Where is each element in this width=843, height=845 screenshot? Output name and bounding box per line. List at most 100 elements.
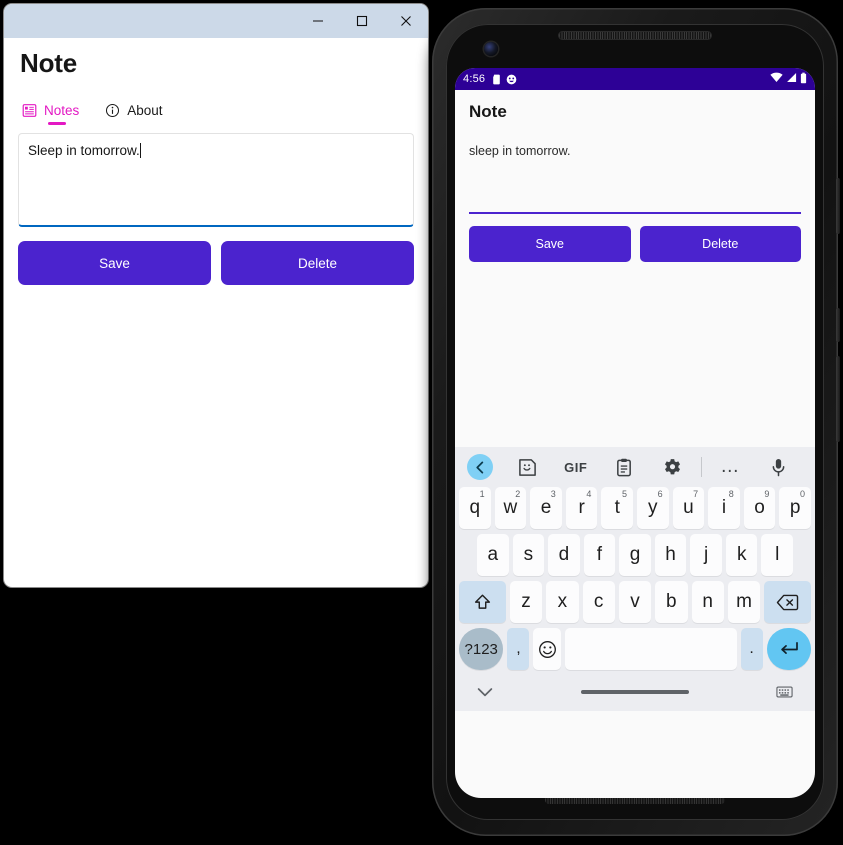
key-h[interactable]: h xyxy=(654,534,687,576)
phone-side-button-power[interactable] xyxy=(836,178,840,234)
backspace-key[interactable] xyxy=(764,581,812,623)
gif-icon[interactable]: GIF xyxy=(552,460,601,475)
window-titlebar xyxy=(4,4,428,38)
sd-card-icon xyxy=(492,74,501,85)
android-status-bar: 4:56 xyxy=(455,68,815,90)
clipboard-icon[interactable] xyxy=(600,458,649,477)
key-k[interactable]: k xyxy=(725,534,758,576)
period-key[interactable]: . xyxy=(740,628,763,670)
gif-label: GIF xyxy=(564,459,588,475)
key-g[interactable]: g xyxy=(619,534,651,576)
microphone-icon[interactable] xyxy=(755,458,804,477)
phone-side-button-volume-up[interactable] xyxy=(836,308,840,342)
keyboard-icon[interactable] xyxy=(776,686,793,698)
key-l[interactable]: l xyxy=(761,534,794,576)
keyboard-row-4: ?123 , . xyxy=(459,628,811,670)
keyboard-toolbar: GIF … xyxy=(455,447,815,487)
key-v[interactable]: v xyxy=(618,581,652,623)
home-indicator[interactable] xyxy=(580,690,689,694)
back-chevron-icon[interactable] xyxy=(467,454,493,480)
more-options-icon[interactable]: … xyxy=(706,457,755,476)
comma-key[interactable]: , xyxy=(507,628,530,670)
key-y-label: y xyxy=(648,497,658,518)
key-u-label: u xyxy=(683,497,694,518)
space-key[interactable] xyxy=(565,628,737,670)
key-o-number: 9 xyxy=(764,489,770,499)
key-r-number: 4 xyxy=(586,489,592,499)
key-t-label: t xyxy=(614,497,620,518)
note-textarea-value: Sleep in tomorrow. xyxy=(28,143,140,158)
tab-notes[interactable]: Notes xyxy=(22,103,79,125)
key-s[interactable]: s xyxy=(512,534,545,576)
earpiece-speaker xyxy=(559,32,711,39)
phone-page-title: Note xyxy=(469,102,507,121)
key-x[interactable]: x xyxy=(546,581,579,623)
phone-screen: 4:56 Note sleep in tomorrow. Save Delete… xyxy=(455,68,815,798)
save-button[interactable]: Save xyxy=(18,241,211,285)
key-y[interactable]: 6y xyxy=(637,487,669,529)
window-close-button[interactable] xyxy=(384,4,428,38)
window-maximize-button[interactable] xyxy=(340,4,384,38)
note-textarea[interactable]: Sleep in tomorrow. xyxy=(18,133,414,227)
key-w-label: w xyxy=(503,497,518,518)
tab-about[interactable]: About xyxy=(105,103,163,125)
key-n[interactable]: n xyxy=(691,581,724,623)
key-e[interactable]: 3e xyxy=(530,487,562,529)
toolbar-divider xyxy=(701,457,702,477)
key-r[interactable]: 4r xyxy=(565,487,598,529)
android-keyboard: GIF … 1 q 2 w 3 e 4 r 5 t 6 y 7 u 8 i 9 … xyxy=(455,447,815,711)
sticker-icon[interactable] xyxy=(503,458,552,477)
shift-arrow-icon xyxy=(474,594,490,609)
key-u[interactable]: 7u xyxy=(672,487,705,529)
key-t[interactable]: 5t xyxy=(601,487,633,529)
emoji-smiley-icon xyxy=(538,640,556,658)
phone-content-spacer xyxy=(455,262,815,447)
wifi-icon xyxy=(770,72,783,86)
key-o-label: o xyxy=(754,497,765,518)
key-t-number: 5 xyxy=(621,489,627,499)
symbols-key[interactable]: ?123 xyxy=(459,628,504,670)
phone-note-input-value: sleep in tomorrow. xyxy=(469,144,571,158)
emoji-key[interactable] xyxy=(533,628,562,670)
key-f[interactable]: f xyxy=(583,534,616,576)
keyboard-row-3: z x c v b n m xyxy=(458,581,812,623)
key-p[interactable]: 0p xyxy=(779,487,811,529)
tab-active-indicator xyxy=(48,122,66,125)
enter-key[interactable] xyxy=(766,628,811,670)
key-b[interactable]: b xyxy=(655,581,688,623)
key-m[interactable]: m xyxy=(727,581,761,623)
phone-action-button-row: Save Delete xyxy=(469,226,801,262)
key-j[interactable]: j xyxy=(690,534,722,576)
key-i-label: i xyxy=(721,497,727,518)
phone-app-content: Note sleep in tomorrow. Save Delete xyxy=(455,90,815,447)
key-i-number: 8 xyxy=(728,489,734,499)
keyboard-row-2: a s d f g h j k l xyxy=(459,534,811,576)
tab-about-label: About xyxy=(127,103,163,118)
key-q-number: 1 xyxy=(479,489,485,499)
key-c[interactable]: c xyxy=(582,581,615,623)
backspace-icon xyxy=(776,594,799,610)
key-q[interactable]: 1q xyxy=(459,487,491,529)
chevron-down-icon[interactable] xyxy=(477,687,493,698)
phone-save-button[interactable]: Save xyxy=(469,226,631,262)
delete-button[interactable]: Delete xyxy=(221,241,414,285)
battery-icon xyxy=(800,72,807,87)
status-bar-right-icons xyxy=(770,72,807,87)
settings-gear-icon[interactable] xyxy=(649,458,698,477)
cell-signal-icon xyxy=(786,72,797,86)
maximize-icon xyxy=(356,15,368,27)
key-a[interactable]: a xyxy=(476,534,509,576)
keyboard-row-1: 1q 2w 3e 4r 5t 6y 7u 8i 9o 0p xyxy=(459,487,811,529)
key-w[interactable]: 2w xyxy=(494,487,527,529)
key-z[interactable]: z xyxy=(509,581,543,623)
key-i[interactable]: 8i xyxy=(708,487,740,529)
phone-note-input[interactable]: sleep in tomorrow. xyxy=(469,142,801,214)
window-minimize-button[interactable] xyxy=(296,4,340,38)
shift-key[interactable] xyxy=(458,581,506,623)
phone-side-button-volume-down[interactable] xyxy=(836,356,840,442)
key-q-label: q xyxy=(469,497,481,518)
key-d[interactable]: d xyxy=(548,534,580,576)
key-w-number: 2 xyxy=(515,489,521,499)
key-o[interactable]: 9o xyxy=(743,487,776,529)
phone-delete-button[interactable]: Delete xyxy=(639,226,801,262)
